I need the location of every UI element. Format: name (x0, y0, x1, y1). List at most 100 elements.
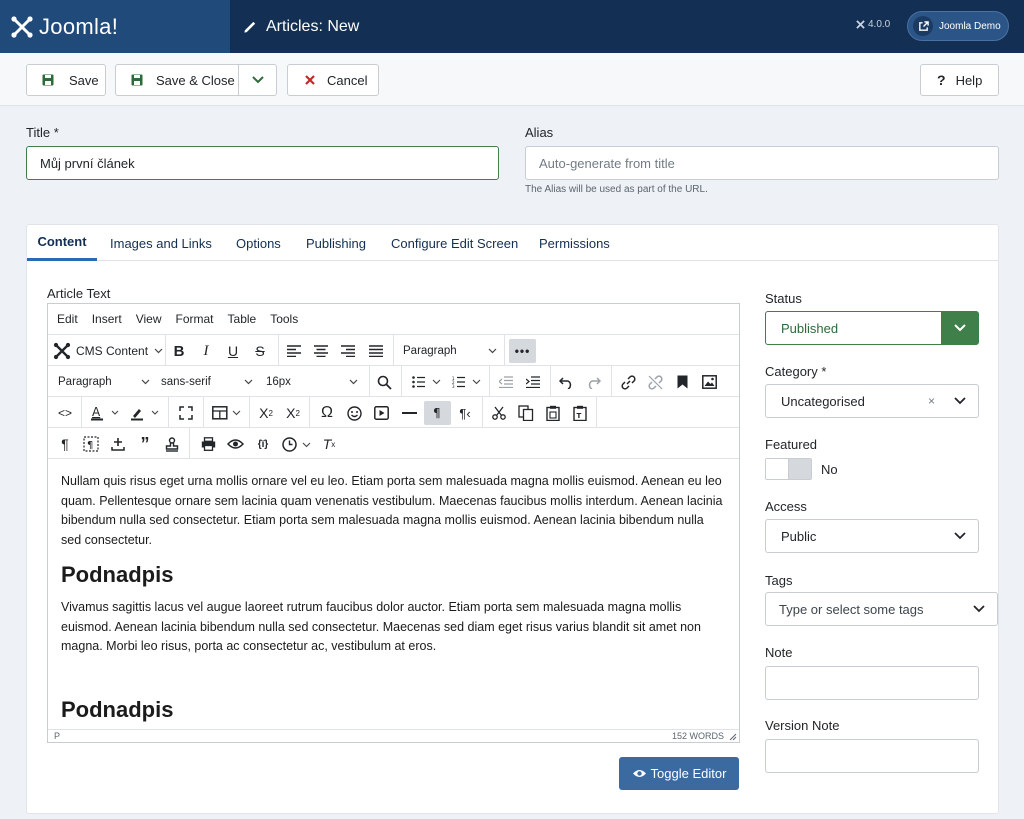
insert-datetime-icon[interactable] (280, 432, 314, 456)
unlink-icon[interactable] (645, 370, 665, 394)
save-options-dropdown[interactable] (238, 64, 277, 96)
undo-icon[interactable] (556, 370, 576, 394)
emoticons-icon[interactable] (343, 401, 365, 425)
bold-button[interactable]: B (169, 339, 189, 363)
superscript-icon[interactable]: X2 (282, 401, 304, 425)
text-color-icon[interactable]: A (88, 401, 124, 425)
copy-icon[interactable] (515, 401, 537, 425)
source-code-icon[interactable]: <> (54, 401, 76, 425)
menu-table[interactable]: Table (228, 312, 257, 326)
menu-insert[interactable]: Insert (92, 312, 122, 326)
link-icon[interactable] (618, 370, 638, 394)
redo-icon[interactable] (583, 370, 603, 394)
preview-icon[interactable] (225, 432, 245, 456)
table-icon[interactable] (210, 401, 244, 425)
tab-images-links[interactable]: Images and Links (110, 225, 212, 261)
cut-icon[interactable] (488, 401, 510, 425)
status-select[interactable]: Published (765, 311, 979, 345)
tab-publishing[interactable]: Publishing (306, 225, 366, 261)
numbered-list-icon[interactable]: 123 (450, 370, 484, 394)
clear-icon[interactable]: × (928, 394, 935, 408)
font-size-dropdown[interactable]: 16px (266, 370, 358, 394)
tab-bar: Content Images and Links Options Publish… (27, 225, 998, 261)
note-input[interactable] (765, 666, 979, 700)
version-note-input[interactable] (765, 739, 979, 773)
block-format-dropdown[interactable]: Paragraph (403, 339, 497, 363)
strikethrough-button[interactable]: S (250, 339, 270, 363)
tags-select[interactable]: Type or select some tags (765, 592, 998, 626)
status-dropdown-toggle[interactable] (941, 312, 978, 344)
editor-content[interactable]: Nullam quis risus eget urna mollis ornar… (61, 472, 726, 733)
alias-input[interactable]: Auto-generate from title (525, 146, 999, 180)
underline-button[interactable]: U (223, 339, 243, 363)
blockquote-icon[interactable]: ” (135, 432, 155, 456)
print-icon[interactable] (198, 432, 218, 456)
rtl-direction-icon[interactable]: ¶‹ (454, 401, 476, 425)
ltr-direction-icon[interactable]: ¶ (424, 401, 451, 425)
indent-icon[interactable] (523, 370, 543, 394)
tab-permissions[interactable]: Permissions (539, 225, 610, 261)
media-icon[interactable] (370, 401, 392, 425)
alias-label: Alias (525, 125, 554, 140)
menu-tools[interactable]: Tools (270, 312, 298, 326)
font-family-dropdown[interactable]: sans-serif (161, 370, 253, 394)
eye-icon (632, 770, 646, 777)
subheading-1: Podnadpis (61, 562, 174, 587)
cancel-button[interactable]: Cancel (287, 64, 379, 96)
tab-configure-edit-screen[interactable]: Configure Edit Screen (391, 225, 518, 261)
category-select[interactable]: Uncategorised × (765, 384, 979, 418)
resize-handle-icon[interactable] (729, 733, 737, 741)
special-char-icon[interactable]: Ω (316, 401, 338, 425)
search-icon[interactable] (374, 370, 394, 394)
joomla-small-icon (856, 20, 865, 29)
align-center-icon[interactable] (311, 339, 331, 363)
font-format-dropdown[interactable]: Paragraph (58, 370, 150, 394)
save-close-button[interactable]: Save & Close (115, 64, 239, 96)
tab-options[interactable]: Options (236, 225, 281, 261)
insert-field-icon[interactable] (108, 432, 128, 456)
more-options-button[interactable]: ••• (509, 339, 536, 363)
tab-content[interactable]: Content (27, 225, 97, 261)
brand-name: Joomla! (39, 13, 119, 39)
align-right-icon[interactable] (338, 339, 358, 363)
outdent-icon[interactable] (496, 370, 516, 394)
paste-icon[interactable] (542, 401, 564, 425)
rich-text-editor: Edit Insert View Format Table Tools CMS … (47, 303, 740, 743)
fullscreen-icon[interactable] (175, 401, 197, 425)
cms-content-dropdown[interactable]: CMS Content (53, 339, 163, 363)
align-left-icon[interactable] (284, 339, 304, 363)
italic-button[interactable]: I (196, 339, 216, 363)
align-justify-icon[interactable] (366, 339, 386, 363)
chevron-down-icon (141, 379, 150, 385)
paste-text-icon[interactable]: T (569, 401, 591, 425)
brand-area[interactable]: Joomla! (0, 0, 230, 53)
element-path[interactable]: P (54, 731, 60, 741)
save-button[interactable]: Save (26, 64, 106, 96)
bookmark-icon[interactable] (672, 370, 692, 394)
horizontal-rule-icon[interactable] (398, 401, 420, 425)
image-icon[interactable] (699, 370, 719, 394)
bullet-list-icon[interactable] (410, 370, 444, 394)
toggle-editor-button[interactable]: Toggle Editor (619, 757, 739, 790)
menu-view[interactable]: View (136, 312, 162, 326)
featured-toggle[interactable] (765, 458, 812, 480)
template-icon[interactable]: {ï} (252, 432, 274, 456)
menu-format[interactable]: Format (176, 312, 214, 326)
access-dropdown-toggle[interactable] (941, 520, 978, 552)
category-dropdown-toggle[interactable] (941, 385, 978, 417)
menu-edit[interactable]: Edit (57, 312, 78, 326)
access-select[interactable]: Public (765, 519, 979, 553)
subscript-icon[interactable]: X2 (255, 401, 277, 425)
separator (550, 366, 551, 397)
title-input[interactable]: Můj první článek (26, 146, 499, 180)
stamp-icon[interactable] (162, 432, 182, 456)
tags-label: Tags (765, 573, 793, 588)
help-button[interactable]: ? Help (920, 64, 999, 96)
visual-chars-icon[interactable]: ¶ (81, 432, 101, 456)
tags-dropdown-toggle[interactable] (960, 593, 997, 625)
clear-formatting-icon[interactable]: Tx (319, 432, 339, 456)
user-menu-button[interactable]: Joomla Demo (907, 11, 1009, 41)
featured-label: Featured (765, 437, 818, 452)
highlight-color-icon[interactable] (128, 401, 164, 425)
show-blocks-icon[interactable]: ¶ (56, 432, 74, 456)
